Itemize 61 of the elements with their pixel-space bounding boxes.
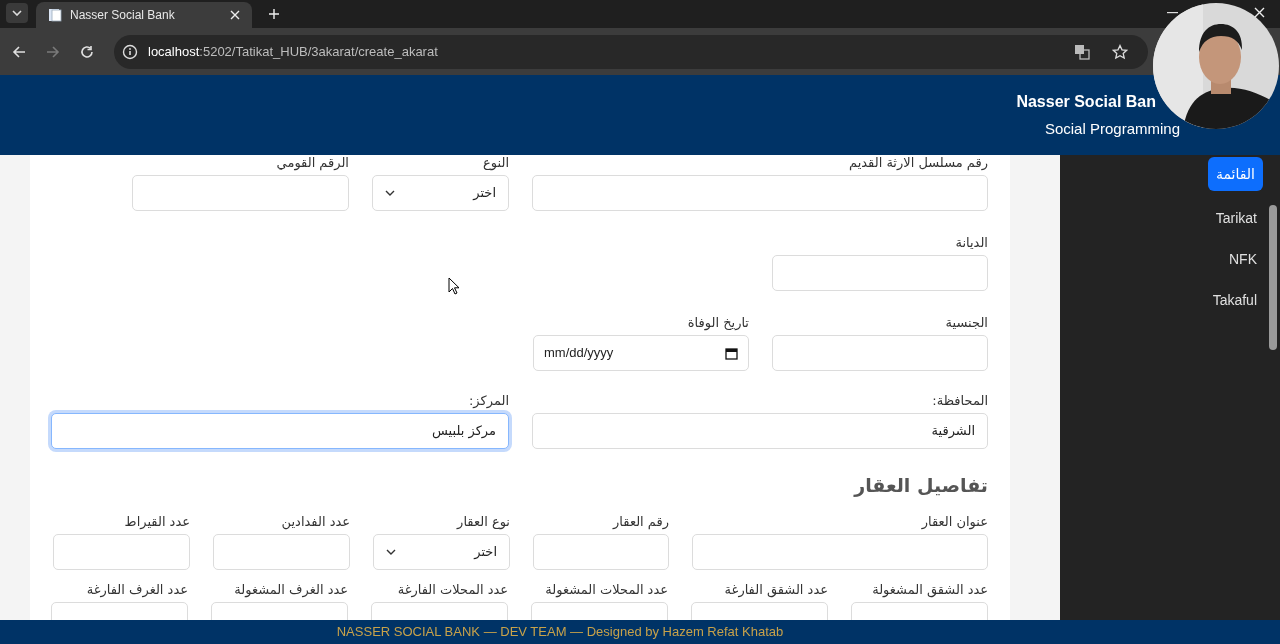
select-field[interactable]: اختر [373,533,510,570]
date-field[interactable]: mm/dd/yyyy [533,335,749,371]
field-label: الديانة [954,235,988,251]
input-field[interactable] [132,175,349,211]
chevron-icon [385,190,395,196]
tab-list-button[interactable] [6,3,28,23]
info-icon[interactable] [122,43,138,60]
reload-icon[interactable] [80,44,94,59]
star-icon[interactable] [1112,43,1128,60]
calendar-icon[interactable] [725,346,738,360]
input-field[interactable] [533,533,669,570]
select-field[interactable]: اختر [372,175,509,211]
browser-tab[interactable]: Nasser Social Bank [36,2,252,28]
field-label: الجنسية [944,315,988,331]
app-title: Nasser Social Ban [1016,91,1156,112]
input-field[interactable]: مركز بلبيس [51,413,509,449]
input-field[interactable] [532,175,988,211]
pointer-icon [448,277,460,295]
field-label: عدد المحلات المشغولة [544,581,668,598]
field-label: النوع [482,155,509,171]
new-tab-icon[interactable] [268,8,280,20]
input-field[interactable] [53,533,190,570]
page-icon [48,8,62,22]
field-label: عدد الشقق المشغولة [871,581,988,598]
field-label: عدد الغرف الفارغة [85,581,188,598]
field-label: عدد الشقق الفارغة [723,581,828,598]
field-label: تاريخ الوفاة [686,315,749,331]
tab-title: Nasser Social Bank [70,7,176,24]
forward-icon[interactable] [46,44,60,59]
section-title: تفاصيل العقار [852,473,988,499]
field-label: عدد القيراط [123,513,190,530]
chevron-icon [386,548,396,555]
footer-text: NASSER SOCIAL BANK — DEV TEAM — Designed by Hazem Refat Khatab [0,620,1280,644]
field-label: رقم مسلسل الارثة القديم [848,155,988,171]
url-text: localhost:5202/Tatikat_HUB/3akarat/create_akarat [148,42,439,61]
caret-icon [12,10,22,16]
field-label: الرقم القومي [275,155,349,171]
address-bar[interactable]: localhost:5202/Tatikat_HUB/3akarat/create_akarat [114,34,1148,69]
menu-item[interactable]: NFK [1229,245,1257,273]
menu-item[interactable]: Tarikat [1215,204,1257,232]
input-field[interactable] [772,335,988,371]
field-label: عدد الفدادين [280,513,350,530]
input-field[interactable] [772,255,988,291]
field-label: عنوان العقار [920,513,988,530]
field-label: نوع العقار [455,513,510,530]
field-label: عدد المحلات الفارغة [396,581,508,598]
input-field[interactable] [692,533,988,570]
scrollbar[interactable] [1269,205,1277,350]
menu-item[interactable]: Takaful [1212,286,1257,314]
input-field[interactable]: الشرقية [532,413,988,449]
field-label: المركز: [468,393,509,409]
back-icon[interactable] [12,44,26,59]
menu-item[interactable]: القائمة [1208,157,1263,191]
field-label: المحافظة: [931,393,988,409]
close-icon[interactable] [230,10,240,20]
input-field[interactable] [213,533,350,570]
minimize-icon[interactable] [1167,12,1178,14]
field-label: رقم العقار [611,513,669,530]
close-icon[interactable] [1254,7,1265,18]
field-label: عدد الغرف المشغولة [233,581,348,598]
app-subtitle: Social Programming [1044,118,1180,139]
